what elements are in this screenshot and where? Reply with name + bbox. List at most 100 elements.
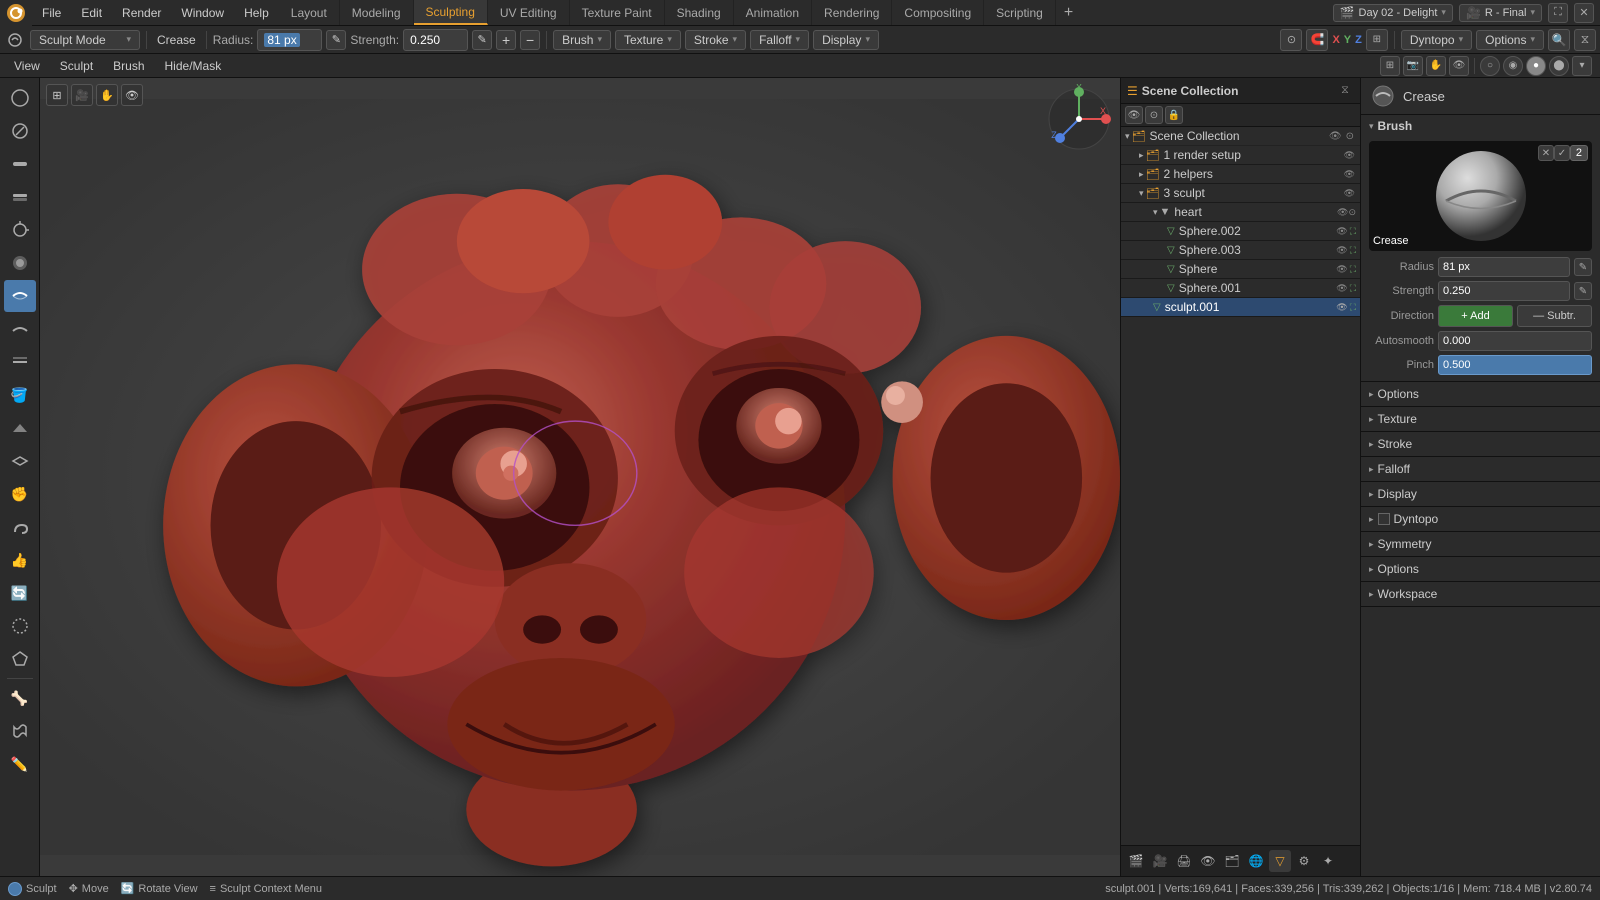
props-icon-output[interactable]: 🖨 (1173, 850, 1195, 872)
outliner-row-8[interactable]: ▽ sculpt.001 👁 ⛶ (1121, 298, 1360, 317)
props-icon-particles[interactable]: ✦ (1317, 850, 1339, 872)
viewport-icon-eye[interactable]: 👁 (121, 84, 143, 106)
brush-section-header[interactable]: ▾ Brush (1361, 115, 1600, 137)
tool-snake-hook[interactable] (4, 511, 36, 543)
row3-vis[interactable]: 👁 (1337, 207, 1348, 218)
tab-layout[interactable]: Layout (279, 0, 340, 25)
dyntopo-selector[interactable]: Dyntopo ▾ (1401, 30, 1472, 50)
strength-edit-icon[interactable]: ✎ (472, 30, 492, 50)
tab-rendering[interactable]: Rendering (812, 0, 892, 25)
props-icon-obj[interactable]: ▽ (1269, 850, 1291, 872)
crease-check-icon[interactable]: ✓ (1554, 145, 1570, 161)
dyntopo-header[interactable]: ▸ Dyntopo (1361, 507, 1600, 531)
dyntopo-checkbox[interactable] (1378, 513, 1390, 525)
outliner-row-2[interactable]: ▾ 🗂 3 sculpt 👁 (1121, 184, 1360, 203)
strength-value-box[interactable]: 0.250 (403, 29, 468, 51)
viewport-hand-icon[interactable]: ✋ (1426, 56, 1446, 76)
bottom-context[interactable]: ≡ Sculpt Context Menu (210, 883, 323, 895)
outliner-row-0[interactable]: ▸ 🗂 1 render setup 👁 (1121, 146, 1360, 165)
row4-vis[interactable]: 👁 (1336, 226, 1347, 237)
row3-vis2[interactable]: ⊙ (1348, 207, 1356, 218)
snap-btn[interactable]: 🧲 (1306, 29, 1328, 51)
tool-pinch[interactable] (4, 445, 36, 477)
tool-draw[interactable] (4, 82, 36, 114)
options-selector[interactable]: Options ▾ (1476, 30, 1544, 50)
proportional-edit-btn[interactable]: ⊙ (1280, 29, 1302, 51)
stroke-dropdown[interactable]: Stroke ▾ (685, 30, 746, 50)
row7-vis[interactable]: 👁 (1336, 283, 1347, 294)
tool-grab[interactable]: ✊ (4, 478, 36, 510)
tool-draw-sharp[interactable] (4, 115, 36, 147)
options-header[interactable]: ▸ Options (1361, 382, 1600, 406)
stroke-header[interactable]: ▸ Stroke (1361, 432, 1600, 456)
outliner-filter-btn[interactable]: ⧖ (1336, 82, 1354, 100)
menu-render[interactable]: Render (112, 0, 171, 25)
viewport-icon-hand[interactable]: ✋ (96, 84, 118, 106)
app-logo[interactable] (0, 0, 32, 26)
radius-edit-icon[interactable]: ✎ (326, 30, 346, 50)
options2-header[interactable]: ▸ Options (1361, 557, 1600, 581)
tab-uv-editing[interactable]: UV Editing (488, 0, 570, 25)
scene-vis-1[interactable]: 👁 (1329, 131, 1342, 142)
tab-texture-paint[interactable]: Texture Paint (570, 0, 665, 25)
search-btn[interactable]: 🔍 (1548, 29, 1570, 51)
view-menu[interactable]: View (4, 54, 50, 77)
sculpt-menu[interactable]: Sculpt (50, 54, 103, 77)
falloff-header[interactable]: ▸ Falloff (1361, 457, 1600, 481)
hidemask-menu[interactable]: Hide/Mask (155, 54, 232, 77)
tool-inflate[interactable] (4, 214, 36, 246)
tool-rotate[interactable]: 🔄 (4, 577, 36, 609)
menu-edit[interactable]: Edit (71, 0, 112, 25)
tab-sculpting[interactable]: Sculpting (414, 0, 488, 25)
outliner-row-scene[interactable]: ▾ 🗂 Scene Collection 👁 ⊙ (1121, 127, 1360, 146)
radius-value-box[interactable]: 81 px (257, 29, 322, 51)
row6-vis[interactable]: 👁 (1336, 264, 1347, 275)
strength-prop-value[interactable]: 0.250 (1438, 281, 1570, 301)
workspace-header[interactable]: ▸ Workspace (1361, 582, 1600, 606)
viewport-icon-grid[interactable]: ⊞ (46, 84, 68, 106)
shading-render-btn[interactable]: ⬤ (1549, 56, 1569, 76)
viewport-eye-icon[interactable]: 👁 (1449, 56, 1469, 76)
outliner-row-3[interactable]: ▾ ▼ heart 👁 ⊙ (1121, 203, 1360, 222)
scene-indicator[interactable]: 🎬 Day 02 - Delight ▾ (1333, 4, 1453, 22)
tool-cloth[interactable] (4, 715, 36, 747)
props-icon-view[interactable]: 👁 (1197, 850, 1219, 872)
bottom-move[interactable]: ✥ Move (69, 882, 109, 895)
strength-edit-btn[interactable]: ✎ (1574, 282, 1592, 300)
tab-add[interactable]: + (1056, 0, 1081, 25)
viewport[interactable]: X Y Z ⊞ 🎥 ✋ 👁 (40, 78, 1120, 876)
fullscreen-btn[interactable]: ⛶ (1548, 3, 1568, 23)
tool-fill[interactable]: 🪣 (4, 379, 36, 411)
close-btn[interactable]: ✕ (1574, 3, 1594, 23)
tab-modeling[interactable]: Modeling (340, 0, 414, 25)
tab-scripting[interactable]: Scripting (984, 0, 1056, 25)
shading-material-btn[interactable]: ● (1526, 56, 1546, 76)
tool-annotation[interactable]: ✏️ (4, 748, 36, 780)
axis-gizmo[interactable]: X Y Z (1044, 84, 1114, 154)
viewport-grid-icon[interactable]: ⊞ (1380, 56, 1400, 76)
filter-btn[interactable]: ⧖ (1574, 29, 1596, 51)
tool-crease-active[interactable] (4, 280, 36, 312)
shading-wire-btn[interactable]: ○ (1480, 56, 1500, 76)
outliner-btn-3[interactable]: 🔒 (1165, 106, 1183, 124)
outliner-row-4[interactable]: ▽ Sphere.002 👁 ⛶ (1121, 222, 1360, 241)
row0-vis[interactable]: 👁 (1344, 150, 1355, 161)
tool-scrape[interactable] (4, 412, 36, 444)
props-icon-scene[interactable]: 🎬 (1125, 850, 1147, 872)
autosmooth-prop-value[interactable]: 0.000 (1438, 331, 1592, 351)
pinch-prop-value[interactable]: 0.500 (1438, 355, 1592, 375)
global-btn[interactable]: ⊞ (1366, 29, 1388, 51)
row1-vis[interactable]: 👁 (1344, 169, 1355, 180)
viewport-icon-cam[interactable]: 🎥 (71, 84, 93, 106)
menu-help[interactable]: Help (234, 0, 279, 25)
bottom-rotate[interactable]: 🔄 Rotate View (121, 882, 198, 895)
props-icon-modifier[interactable]: ⚙ (1293, 850, 1315, 872)
shading-solid-btn[interactable]: ◉ (1503, 56, 1523, 76)
radius-edit-btn[interactable]: ✎ (1574, 258, 1592, 276)
display-header[interactable]: ▸ Display (1361, 482, 1600, 506)
scene-vis-2[interactable]: ⊙ (1346, 131, 1354, 142)
menu-file[interactable]: File (32, 0, 71, 25)
tool-flatten[interactable] (4, 346, 36, 378)
tool-mask[interactable] (4, 610, 36, 642)
radius-prop-value[interactable]: 81 px (1438, 257, 1570, 277)
